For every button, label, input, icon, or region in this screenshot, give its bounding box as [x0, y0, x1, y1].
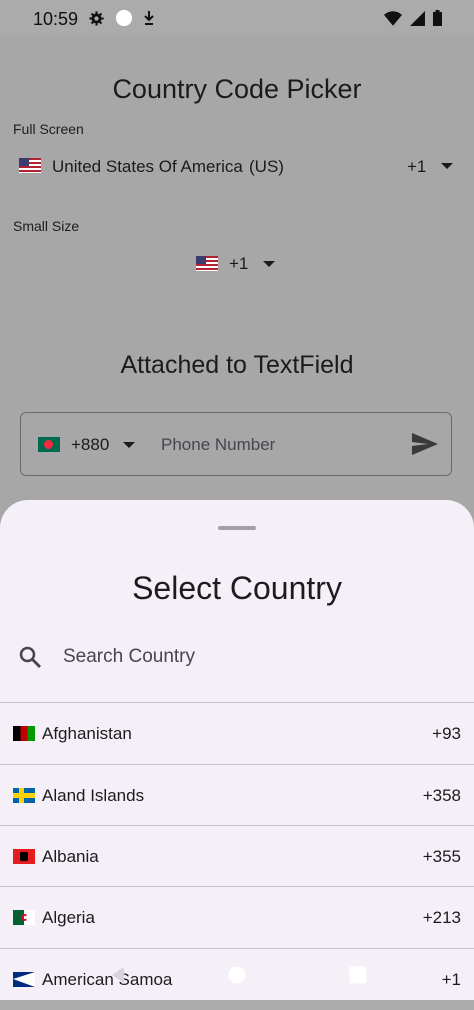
- recents-icon[interactable]: [349, 966, 367, 984]
- country-name: Aland Islands: [42, 786, 145, 805]
- country-code: +93: [432, 724, 461, 743]
- country-row-afghanistan[interactable]: Afghanistan +93: [0, 703, 474, 764]
- al-flag-icon: [13, 849, 35, 864]
- country-code: +213: [422, 908, 461, 927]
- small-size-label: Small Size: [13, 218, 80, 234]
- search-bar[interactable]: Search Country: [0, 626, 474, 702]
- attached-title: Attached to TextField: [120, 351, 354, 379]
- selected-country-code: +1: [407, 157, 427, 176]
- full-screen-picker[interactable]: United States Of America (US) +1: [0, 148, 474, 184]
- textfield-country-code: +880: [71, 435, 110, 454]
- back-icon[interactable]: [110, 966, 126, 984]
- status-bar: 10:59: [0, 0, 474, 36]
- textfield-country-picker[interactable]: +880: [21, 413, 146, 475]
- country-row-albania[interactable]: Albania +355: [0, 826, 474, 887]
- dz-flag-icon: [13, 910, 35, 925]
- battery-icon: [433, 10, 442, 26]
- ax-flag-icon: [13, 788, 35, 803]
- phone-input[interactable]: Phone Number: [161, 435, 275, 455]
- country-bottom-sheet: Select Country Search Country Afghanista…: [0, 500, 474, 1000]
- download-icon: [144, 11, 154, 25]
- home-icon[interactable]: [228, 966, 246, 984]
- country-code: +358: [422, 786, 461, 805]
- signal-icon: [410, 10, 425, 26]
- full-screen-label: Full Screen: [13, 121, 84, 137]
- sheet-title: Select Country: [132, 570, 342, 606]
- small-country-code: +1: [229, 254, 249, 273]
- caret-down-icon: [263, 261, 275, 267]
- wifi-icon: [384, 10, 402, 26]
- circle-icon: [115, 9, 133, 27]
- search-input[interactable]: Search Country: [63, 646, 195, 668]
- small-size-picker[interactable]: +1: [190, 246, 290, 282]
- country-name: Afghanistan: [42, 724, 132, 743]
- caret-down-icon: [123, 442, 135, 448]
- bd-flag-icon: [38, 437, 60, 452]
- selected-country-iso: (US): [249, 157, 284, 176]
- caret-down-icon: [441, 163, 453, 169]
- us-flag-icon: [19, 158, 41, 173]
- af-flag-icon: [13, 726, 35, 741]
- country-name: Algeria: [42, 908, 95, 927]
- drag-handle[interactable]: [218, 526, 256, 530]
- country-code: +355: [422, 847, 461, 866]
- phone-textfield[interactable]: +880 Phone Number: [20, 412, 452, 476]
- search-icon: [19, 646, 41, 668]
- send-icon[interactable]: [412, 433, 438, 455]
- selected-country-name: United States Of America: [52, 157, 243, 176]
- clock: 10:59: [33, 9, 79, 29]
- us-flag-icon: [196, 256, 218, 271]
- page-title: Country Code Picker: [112, 74, 362, 104]
- navigation-bar: [0, 956, 474, 1000]
- country-name: Albania: [42, 847, 99, 866]
- settings-icon: [89, 10, 104, 26]
- country-row-algeria[interactable]: Algeria +213: [0, 887, 474, 948]
- country-row-aland-islands[interactable]: Aland Islands +358: [0, 765, 474, 826]
